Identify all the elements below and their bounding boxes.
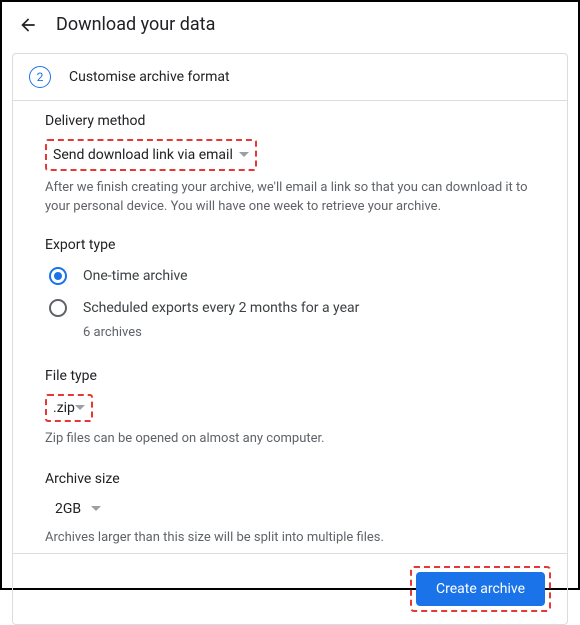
page-header: Download your data: [2, 2, 578, 45]
filetype-section: File type .zip Zip files can be opened o…: [45, 368, 535, 449]
archive-format-panel: 2 Customise archive format Delivery meth…: [12, 53, 568, 625]
delivery-helper-text: After we finish creating your archive, w…: [45, 179, 535, 217]
step-number-badge: 2: [29, 66, 51, 88]
delivery-label: Delivery method: [45, 113, 535, 129]
delivery-section: Delivery method Send download link via e…: [45, 113, 535, 217]
delivery-method-value: Send download link via email: [53, 147, 233, 163]
export-once-label: One-time archive: [83, 268, 188, 284]
export-type-label: Export type: [45, 237, 535, 253]
page-title: Download your data: [56, 14, 215, 35]
panel-footer: Create archive: [13, 553, 567, 624]
radio-unselected-icon: [49, 299, 67, 317]
archive-size-dropdown[interactable]: 2GB: [49, 497, 107, 521]
step-header: 2 Customise archive format: [13, 54, 567, 101]
filetype-value: .zip: [53, 400, 75, 416]
filetype-dropdown[interactable]: .zip: [45, 394, 93, 422]
panel-content: Delivery method Send download link via e…: [13, 101, 567, 553]
delivery-method-dropdown[interactable]: Send download link via email: [45, 139, 257, 171]
create-archive-button[interactable]: Create archive: [416, 572, 545, 606]
back-arrow-icon[interactable]: [18, 15, 38, 35]
export-scheduled-radio[interactable]: Scheduled exports every 2 months for a y…: [49, 299, 535, 317]
radio-selected-icon: [49, 267, 67, 285]
export-type-section: Export type One-time archive Scheduled e…: [45, 237, 535, 340]
filetype-helper-text: Zip files can be opened on almost any co…: [45, 430, 535, 449]
export-scheduled-note: 6 archives: [83, 325, 535, 340]
archive-size-label: Archive size: [45, 471, 535, 487]
chevron-down-icon: [239, 152, 249, 158]
chevron-down-icon: [75, 405, 85, 411]
filetype-label: File type: [45, 368, 535, 384]
step-title: Customise archive format: [69, 69, 230, 85]
archive-size-section: Archive size 2GB Archives larger than th…: [45, 471, 535, 548]
create-archive-highlight: Create archive: [410, 566, 551, 612]
export-once-radio[interactable]: One-time archive: [49, 267, 535, 285]
chevron-down-icon: [91, 506, 101, 512]
archive-size-helper-text: Archives larger than this size will be s…: [45, 529, 535, 548]
export-scheduled-label: Scheduled exports every 2 months for a y…: [83, 300, 359, 316]
archive-size-value: 2GB: [55, 501, 81, 517]
